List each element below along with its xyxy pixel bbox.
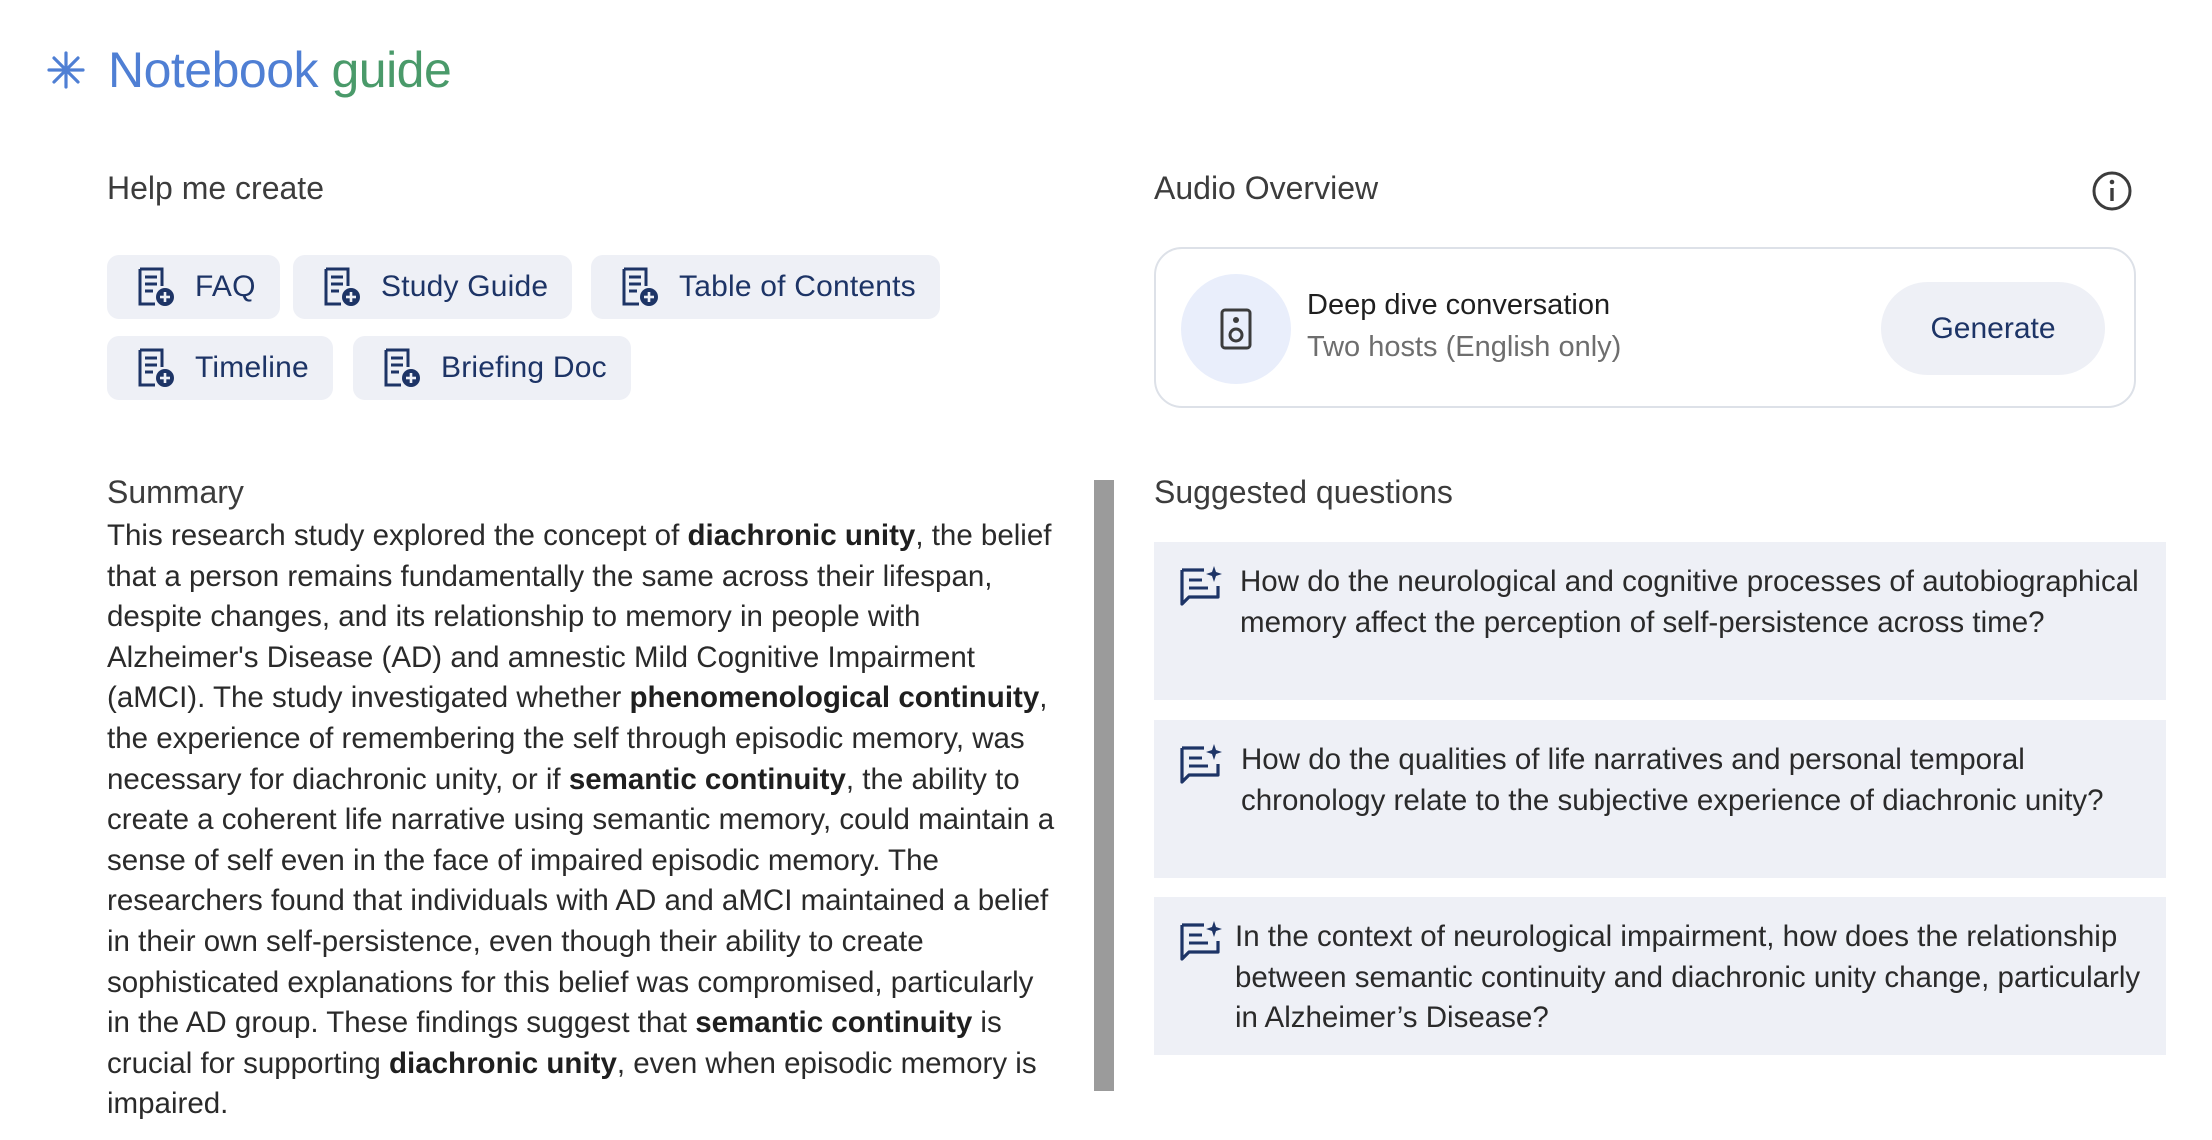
chip-label: Timeline — [195, 351, 309, 384]
suggested-question[interactable]: In the context of neurological impairmen… — [1154, 897, 2166, 1055]
chip-label: Table of Contents — [679, 270, 916, 303]
summary-scrollbar[interactable] — [1094, 480, 1114, 1091]
summary-bold-term: phenomenological continuity — [629, 681, 1040, 715]
add-note-icon — [622, 267, 658, 306]
summary-bold-term: semantic continuity — [695, 1006, 973, 1040]
summary-text: This research study explored the concept… — [107, 516, 1063, 1125]
page-title: Notebook guide — [108, 42, 452, 98]
suggest-chat-icon — [1180, 921, 1222, 961]
generate-button[interactable]: Generate — [1881, 282, 2105, 375]
chip-label: Study Guide — [381, 270, 549, 303]
chip-table-of-contents[interactable]: Table of Contents — [591, 255, 940, 319]
question-text: In the context of neurological impairmen… — [1235, 920, 2141, 1035]
audio-card-title: Deep dive conversation — [1307, 289, 1611, 321]
chip-label: FAQ — [195, 270, 256, 303]
summary-bold-term: diachronic unity — [687, 519, 916, 552]
chip-faq[interactable]: FAQ — [107, 255, 280, 319]
info-icon[interactable] — [2091, 170, 2133, 212]
chip-timeline[interactable]: Timeline — [107, 336, 333, 400]
suggested-questions-heading: Suggested questions — [1154, 474, 1453, 510]
header: Notebook guide — [46, 40, 452, 100]
summary-heading: Summary — [107, 474, 244, 510]
summary-segment: , the ability to create a coherent life … — [107, 762, 1055, 1040]
add-note-icon — [324, 267, 360, 306]
chip-study-guide[interactable]: Study Guide — [293, 255, 573, 319]
summary-segment: This research study explored the concept… — [107, 519, 688, 552]
question-text: How do the qualities of life narratives … — [1241, 743, 2104, 817]
add-note-icon — [384, 348, 420, 387]
chip-briefing-doc[interactable]: Briefing Doc — [353, 336, 631, 400]
suggested-question[interactable]: How do the neurological and cognitive pr… — [1154, 542, 2166, 700]
audio-card-subtitle: Two hosts (English only) — [1307, 331, 1622, 363]
speaker-badge — [1181, 274, 1291, 384]
question-text: How do the neurological and cognitive pr… — [1240, 565, 2139, 639]
audio-overview-heading: Audio Overview — [1154, 170, 1379, 206]
speaker-icon — [1220, 308, 1252, 350]
audio-overview-card: Deep dive conversation Two hosts (Englis… — [1154, 247, 2136, 408]
add-note-icon — [138, 348, 174, 387]
summary-bold-term: semantic continuity — [568, 762, 846, 796]
sparkle-icon — [47, 51, 85, 89]
suggest-chat-icon — [1180, 566, 1222, 606]
notebook-guide-panel: Notebook guide Help me create FAQ Study … — [0, 0, 2212, 1140]
summary-bold-term: diachronic unity — [389, 1046, 617, 1080]
help-create-heading: Help me create — [107, 170, 324, 206]
suggest-chat-icon — [1180, 744, 1222, 784]
chip-label: Briefing Doc — [441, 351, 607, 384]
suggested-question[interactable]: How do the qualities of life narratives … — [1154, 720, 2166, 878]
add-note-icon — [138, 267, 174, 306]
